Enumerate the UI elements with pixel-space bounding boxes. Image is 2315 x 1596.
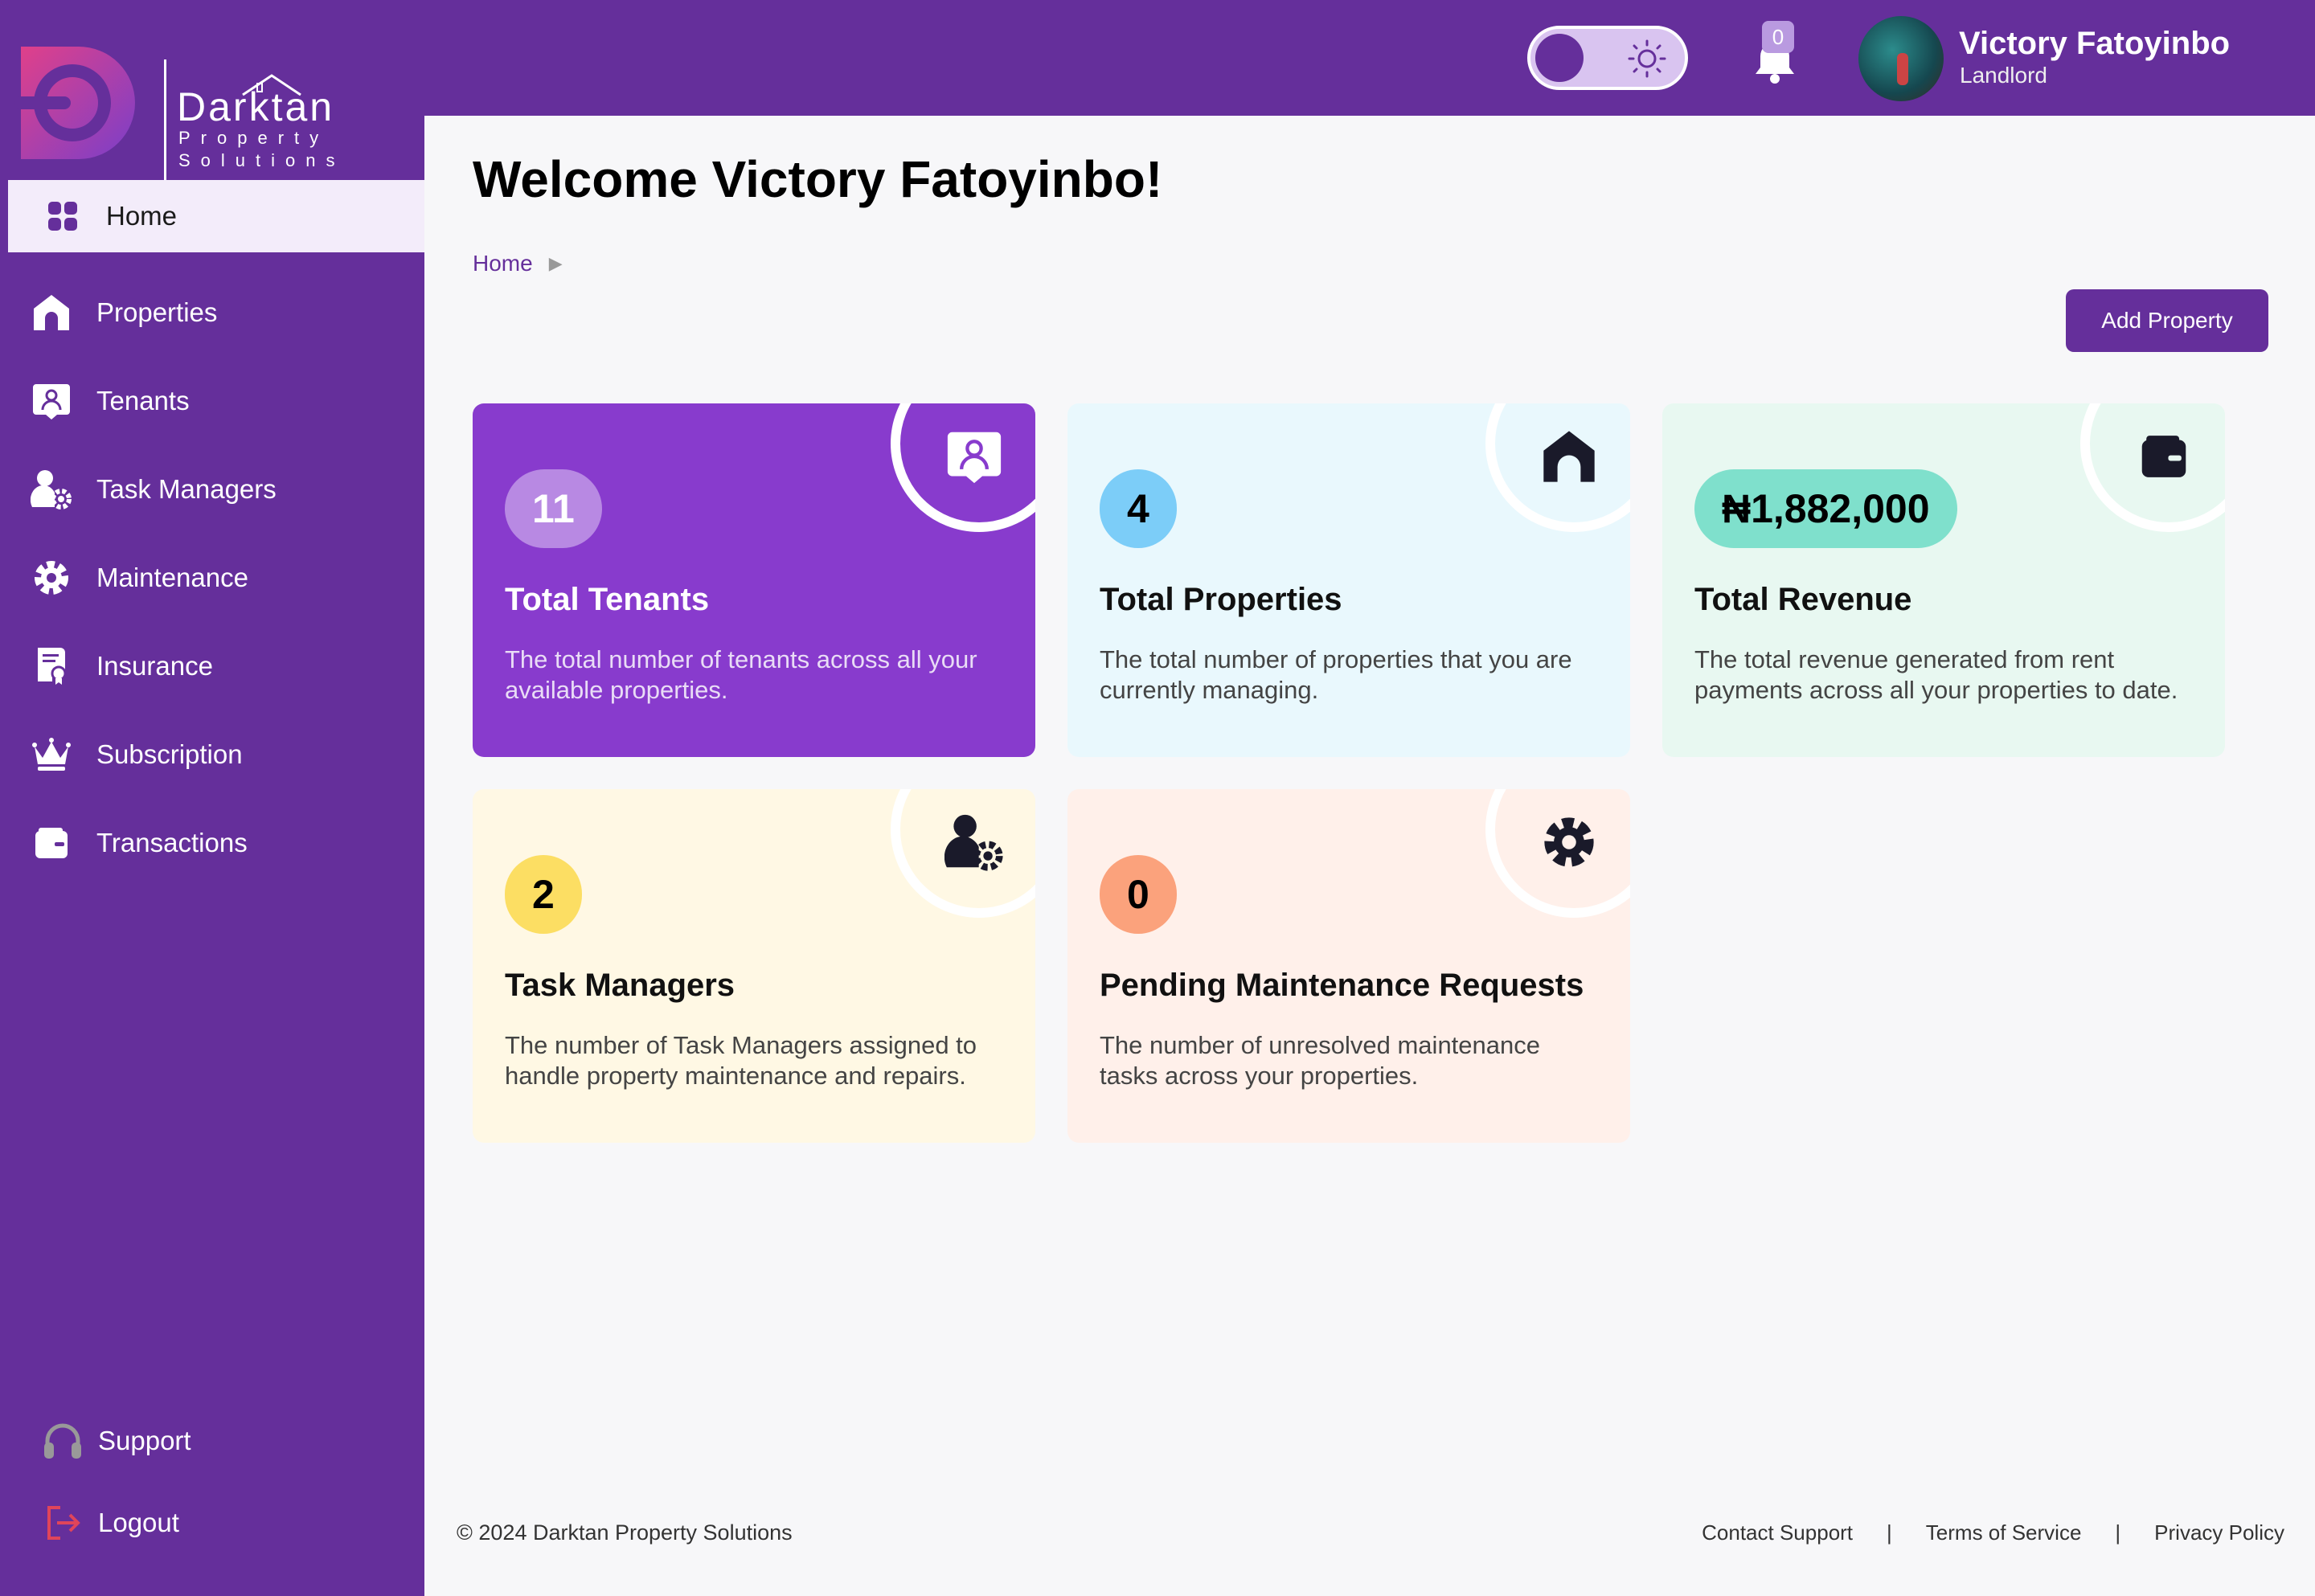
footer-links: Contact Support | Terms of Service | Pri… (1702, 1520, 2284, 1545)
sidebar-item-subscription[interactable]: Subscription (0, 710, 424, 799)
headset-icon (42, 1420, 84, 1462)
sidebar-item-label: Task Managers (96, 474, 277, 504)
sidebar-item-logout[interactable]: Logout (0, 1482, 424, 1564)
sidebar-item-label: Maintenance (96, 563, 248, 592)
sidebar-item-label: Logout (98, 1508, 179, 1537)
sidebar-item-label: Tenants (96, 386, 190, 415)
stat-description: The number of Task Managers assigned to … (505, 1031, 977, 1090)
sidebar-item-maintenance[interactable]: Maintenance (0, 534, 424, 622)
stat-description: The number of unresolved maintenance tas… (1100, 1031, 1540, 1090)
logo-divider (164, 59, 166, 194)
stat-title: Total Tenants (505, 582, 710, 617)
sidebar-item-transactions[interactable]: Transactions (0, 799, 424, 887)
stat-title: Pending Maintenance Requests (1100, 968, 1584, 1003)
stat-value: 0 (1100, 855, 1177, 934)
sidebar-nav: Home Properties Tenants Task Managers Ma… (0, 180, 424, 887)
stat-card-maintenance[interactable]: 0 Pending Maintenance Requests The numbe… (1067, 789, 1630, 1143)
stat-title: Total Properties (1100, 582, 1342, 617)
footer-link-privacy[interactable]: Privacy Policy (2154, 1520, 2284, 1545)
avatar[interactable] (1858, 16, 1944, 101)
tenant-badge-icon (31, 380, 72, 422)
sidebar-item-insurance[interactable]: Insurance (0, 622, 424, 710)
gear-icon (1537, 810, 1601, 874)
house-icon (1537, 424, 1601, 489)
sidebar-item-label: Home (106, 201, 178, 231)
page-title: Welcome Victory Fatoyinbo! (473, 150, 1163, 208)
stat-card-task-managers[interactable]: 2 Task Managers The number of Task Manag… (473, 789, 1035, 1143)
notification-badge: 0 (1762, 21, 1794, 53)
top-header: 0 Victory Fatoyinbo Landlord (424, 0, 2315, 116)
footer-link-terms[interactable]: Terms of Service (1926, 1520, 2082, 1545)
logout-icon (42, 1502, 84, 1544)
logo-mark-icon (14, 47, 135, 159)
brand-sub: Property Solutions (178, 127, 346, 172)
sidebar-item-label: Support (98, 1426, 191, 1455)
footer-copyright: © 2024 Darktan Property Solutions (457, 1520, 793, 1545)
user-gear-icon (942, 810, 1006, 874)
sidebar: Darktan Property Solutions Home Properti… (0, 0, 424, 1596)
gear-icon (31, 557, 72, 599)
stat-title: Task Managers (505, 968, 735, 1003)
stat-title: Total Revenue (1694, 582, 1912, 617)
sidebar-item-label: Properties (96, 297, 218, 327)
brand-sub-line-1: Property (178, 128, 330, 148)
crown-icon (31, 734, 72, 775)
certificate-icon (31, 645, 72, 687)
sidebar-item-support[interactable]: Support (0, 1400, 424, 1482)
footer-divider: | (2115, 1520, 2121, 1545)
sidebar-item-task-managers[interactable]: Task Managers (0, 445, 424, 534)
brand-sub-line-2: Solutions (178, 150, 346, 170)
sidebar-item-home[interactable]: Home (8, 180, 424, 252)
sidebar-item-label: Insurance (96, 651, 213, 681)
grid-icon (42, 195, 84, 237)
stat-card-revenue[interactable]: ₦1,882,000 Total Revenue The total reven… (1662, 403, 2225, 757)
brand-logo[interactable]: Darktan Property Solutions (14, 29, 352, 194)
stat-card-properties[interactable]: 4 Total Properties The total number of p… (1067, 403, 1630, 757)
add-property-button[interactable]: Add Property (2066, 289, 2268, 352)
stat-card-tenants[interactable]: 11 Total Tenants The total number of ten… (473, 403, 1035, 757)
sidebar-bottom: Support Logout (0, 1400, 424, 1564)
wallet-icon (2132, 424, 2196, 489)
stat-value: 4 (1100, 469, 1177, 548)
wallet-icon (31, 822, 72, 864)
stat-value: 2 (505, 855, 582, 934)
stat-description: The total revenue generated from rent pa… (1694, 645, 2178, 704)
sidebar-item-properties[interactable]: Properties (0, 268, 424, 357)
tenant-badge-icon (942, 424, 1006, 489)
stat-value: ₦1,882,000 (1694, 469, 1957, 548)
sun-icon (1628, 39, 1666, 78)
brand-name: Darktan (177, 84, 335, 129)
stat-value: 11 (505, 469, 602, 548)
stat-description: The total number of tenants across all y… (505, 645, 977, 704)
house-icon (31, 292, 72, 334)
breadcrumb: Home ▶ (473, 251, 563, 276)
stat-description: The total number of properties that you … (1100, 645, 1572, 704)
breadcrumb-home[interactable]: Home (473, 251, 533, 276)
toggle-knob (1535, 34, 1584, 82)
user-name: Victory Fatoyinbo (1959, 26, 2231, 61)
user-role: Landlord (1960, 63, 2047, 88)
footer-link-contact-support[interactable]: Contact Support (1702, 1520, 1853, 1545)
footer-divider: | (1887, 1520, 1892, 1545)
sidebar-item-label: Subscription (96, 739, 243, 769)
chevron-right-icon: ▶ (548, 253, 563, 273)
theme-toggle[interactable] (1527, 26, 1688, 90)
sidebar-item-tenants[interactable]: Tenants (0, 357, 424, 445)
user-gear-icon (31, 469, 72, 510)
sidebar-item-label: Transactions (96, 828, 248, 857)
